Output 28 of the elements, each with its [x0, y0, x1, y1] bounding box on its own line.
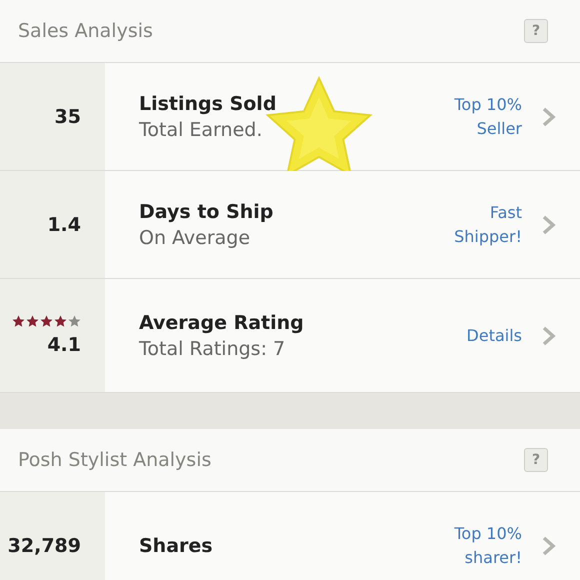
section-title: Posh Stylist Analysis	[18, 449, 212, 471]
stat-title: Days to Ship	[139, 200, 274, 222]
stat-title: Average Rating	[139, 312, 305, 334]
help-button[interactable]: ?	[524, 19, 548, 43]
star-icon	[54, 315, 67, 328]
section-title: Sales Analysis	[18, 20, 153, 42]
stat-subtitle: Total Earned.	[139, 118, 264, 140]
stat-value: 35	[54, 106, 81, 128]
stat-title: Shares	[139, 534, 214, 556]
stat-value: 4.1	[47, 334, 81, 356]
stat-subtitle: Total Ratings: 7	[139, 338, 286, 360]
stat-value: 1.4	[47, 214, 81, 236]
badge-link[interactable]: Details	[466, 324, 522, 348]
star-icon	[12, 315, 25, 328]
badge-link[interactable]: Top 10% sharer!	[454, 522, 522, 570]
badge-link[interactable]: Top 10% Seller	[454, 92, 522, 140]
stat-subtitle: On Average	[139, 226, 252, 248]
chevron-icon[interactable]	[542, 214, 556, 234]
chevron-icon[interactable]	[542, 536, 556, 556]
badge-link[interactable]: Fast Shipper!	[454, 200, 522, 248]
chevron-icon[interactable]	[542, 106, 556, 126]
chevron-icon[interactable]	[542, 326, 556, 346]
star-icon	[68, 315, 81, 328]
star-icon	[26, 315, 39, 328]
stat-value: 32,789	[8, 534, 81, 556]
help-button[interactable]: ?	[524, 448, 548, 472]
stat-title: Listings Sold	[139, 92, 278, 114]
star-icon	[40, 315, 53, 328]
